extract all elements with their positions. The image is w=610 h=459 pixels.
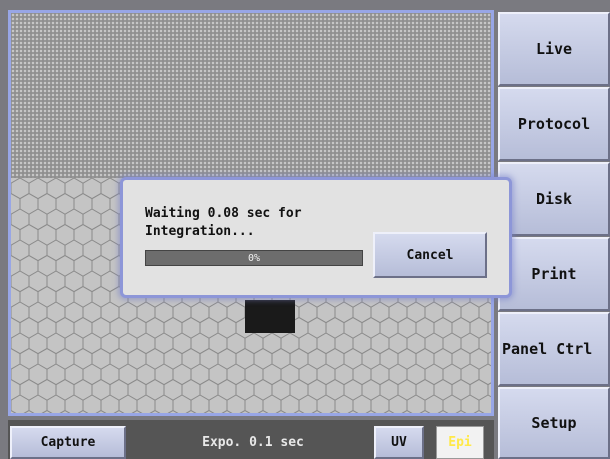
exposure-readout: Expo. 0.1 sec	[202, 435, 304, 450]
setup-button[interactable]: Setup	[498, 387, 610, 459]
image-mesh-fine	[11, 13, 491, 178]
bottom-toolbar: Capture Expo. 0.1 sec UV Epi	[8, 420, 494, 459]
panel-ctrl-button[interactable]: Panel Ctrl	[498, 312, 610, 386]
capture-button[interactable]: Capture	[10, 426, 126, 459]
image-dark-region	[245, 300, 295, 333]
integration-dialog: Waiting 0.08 sec for Integration... 0% C…	[120, 177, 512, 298]
protocol-button[interactable]: Protocol	[498, 87, 610, 161]
progress-label: 0%	[247, 252, 261, 264]
disk-button[interactable]: Disk	[498, 162, 610, 236]
uv-button[interactable]: UV	[374, 426, 424, 459]
cancel-button[interactable]: Cancel	[373, 232, 487, 278]
app-screen: Live Protocol Disk Print Panel Ctrl Setu…	[0, 0, 610, 459]
dialog-message: Waiting 0.08 sec for Integration...	[145, 205, 365, 241]
dialog-message-line2: Integration...	[145, 224, 255, 239]
progress-bar: 0%	[145, 250, 363, 266]
epi-button[interactable]: Epi	[436, 426, 484, 459]
dialog-message-line1: Waiting 0.08 sec for	[145, 206, 302, 221]
live-button[interactable]: Live	[498, 12, 610, 86]
print-button[interactable]: Print	[498, 237, 610, 311]
side-menu: Live Protocol Disk Print Panel Ctrl Setu…	[498, 12, 610, 459]
